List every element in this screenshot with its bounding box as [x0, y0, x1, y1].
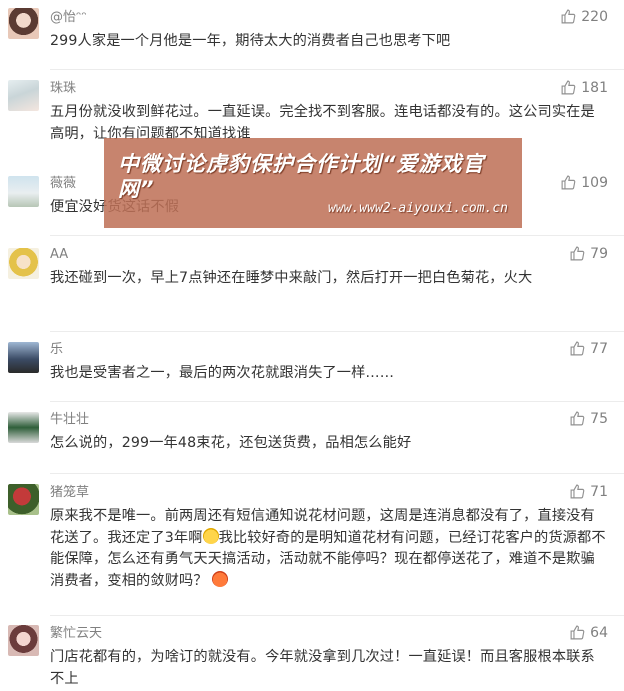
comment-username[interactable]: 猪笼草: [50, 485, 89, 501]
comment-username[interactable]: 薇薇: [50, 176, 76, 192]
watermark-banner: 中微讨论虎豹保护合作计划“爱游戏官网” www.www2-aiyouxi.com…: [104, 138, 522, 228]
avatar[interactable]: [8, 484, 39, 515]
like-count: 77: [590, 340, 608, 357]
thumbs-up-icon: [570, 246, 585, 261]
like-count: 181: [581, 79, 608, 96]
comment-username[interactable]: 牛壮壮: [50, 412, 89, 428]
like-count: 220: [581, 8, 608, 25]
like-button[interactable]: 64: [569, 624, 608, 641]
thumbs-up-icon: [561, 80, 576, 95]
comment-text: 我也是受害者之一，最后的两次花就跟消失了一样……: [50, 365, 395, 381]
crying-face-icon: [202, 527, 219, 544]
thumbs-up-icon: [561, 175, 576, 190]
angry-face-icon: [211, 570, 228, 587]
thumbs-up-icon: [561, 9, 576, 24]
avatar[interactable]: [8, 625, 39, 656]
comment-item: 猪笼草 71 原来我不是唯一。前两周还有短信通知说花材问题，这周是连消息都没有了…: [0, 474, 624, 616]
comment-username[interactable]: @怡ᵔᵔ: [50, 10, 87, 26]
like-count: 71: [590, 483, 608, 500]
avatar[interactable]: [8, 412, 39, 443]
avatar[interactable]: [8, 8, 39, 39]
comment-item: 乐 77 我也是受害者之一，最后的两次花就跟消失了一样……: [0, 332, 624, 402]
like-button[interactable]: 75: [569, 410, 608, 427]
thumbs-up-icon: [570, 625, 585, 640]
thumbs-up-icon: [570, 411, 585, 426]
comment-text: 原来我不是唯一。前两周还有短信通知说花材问题，这周是连消息都没有了，直接没有花送…: [50, 506, 606, 592]
comment-text: 门店花都有的，为啥订的就没有。今年就没拿到几次过！一直延误！而且客服根本联系不上: [50, 649, 595, 687]
avatar[interactable]: [8, 248, 39, 279]
like-button[interactable]: 79: [569, 245, 608, 262]
avatar[interactable]: [8, 342, 39, 373]
like-button[interactable]: 181: [560, 79, 608, 96]
like-count: 109: [581, 174, 608, 191]
comment-username[interactable]: 繁忙云天: [50, 626, 102, 642]
comment-text: 299人家是一个月他是一年，期待太大的消费者自己也思考下吧: [50, 33, 451, 49]
like-button[interactable]: 220: [560, 8, 608, 25]
thumbs-up-icon: [570, 484, 585, 499]
like-count: 75: [590, 410, 608, 427]
comment-item: AA 79 我还碰到一次，早上7点钟还在睡梦中来敲门，然后打开一把白色菊花，火大: [0, 236, 624, 332]
thumbs-up-icon: [570, 341, 585, 356]
watermark-title: 中微讨论虎豹保护合作计划“爱游戏官网”: [118, 152, 485, 201]
watermark-url: www.www2-aiyouxi.com.cn: [327, 201, 508, 216]
comment-item: 繁忙云天 64 门店花都有的，为啥订的就没有。今年就没拿到几次过！一直延误！而且…: [0, 616, 624, 691]
comment-username[interactable]: 珠珠: [50, 81, 76, 97]
comment-item: @怡ᵔᵔ 220 299人家是一个月他是一年，期待太大的消费者自己也思考下吧: [0, 0, 624, 70]
like-button[interactable]: 109: [560, 174, 608, 191]
comment-text: 我还碰到一次，早上7点钟还在睡梦中来敲门，然后打开一把白色菊花，火大: [50, 270, 533, 286]
comment-username[interactable]: AA: [50, 247, 68, 263]
like-count: 79: [590, 245, 608, 262]
comment-username[interactable]: 乐: [50, 342, 63, 358]
like-button[interactable]: 77: [569, 340, 608, 357]
avatar[interactable]: [8, 176, 39, 207]
like-count: 64: [590, 624, 608, 641]
comment-item: 牛壮壮 75 怎么说的，299一年48束花，还包送货费，品相怎么能好: [0, 402, 624, 474]
like-button[interactable]: 71: [569, 483, 608, 500]
avatar[interactable]: [8, 80, 39, 111]
comment-text: 怎么说的，299一年48束花，还包送货费，品相怎么能好: [50, 435, 412, 451]
